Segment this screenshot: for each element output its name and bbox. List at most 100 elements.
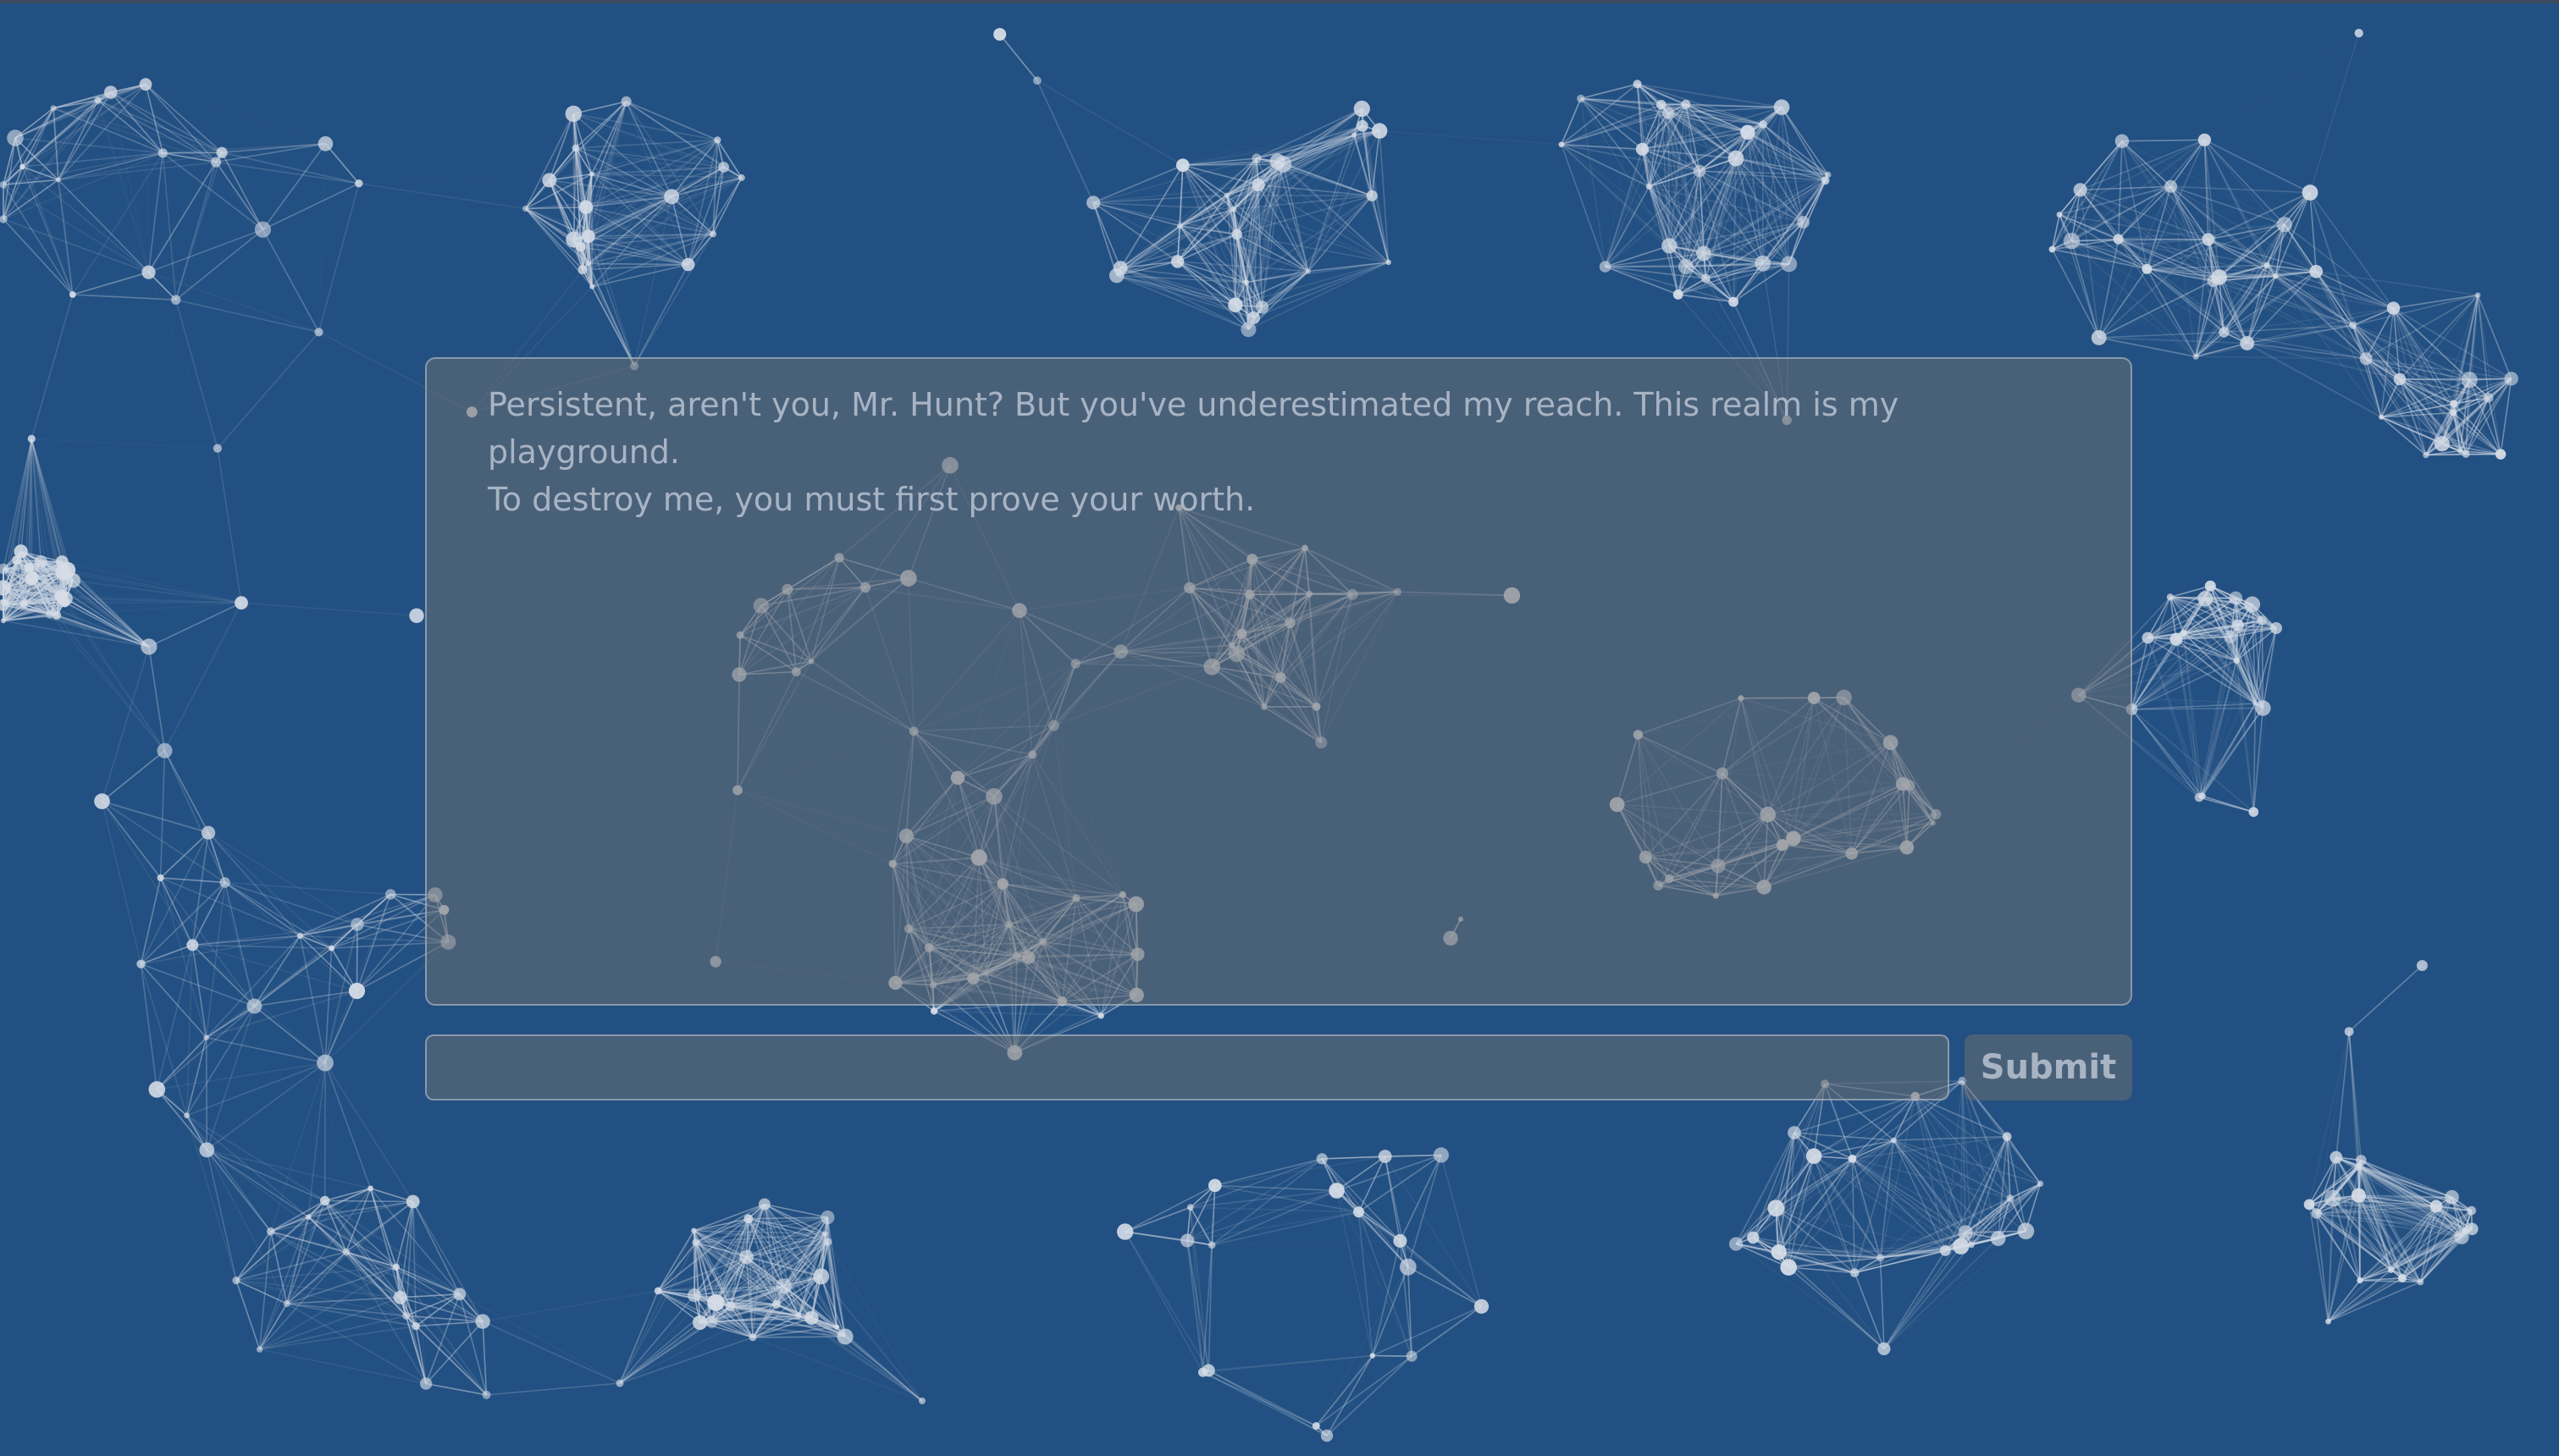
network-node (1406, 1350, 1418, 1362)
network-link (206, 1062, 326, 1151)
network-node (582, 229, 595, 243)
network-link (206, 990, 357, 1039)
network-node (692, 1238, 699, 1246)
network-node (1662, 107, 1675, 119)
network-node (1186, 1204, 1194, 1211)
network-node (2197, 133, 2211, 146)
network-node (254, 221, 271, 238)
network-node (385, 889, 396, 900)
submit-button[interactable]: Submit (1965, 1034, 2132, 1100)
network-node (2063, 233, 2081, 250)
network-node (813, 1268, 830, 1285)
network-node (2495, 449, 2506, 460)
network-link (72, 294, 176, 301)
network-link (140, 963, 158, 1090)
network-node (2233, 657, 2240, 665)
network-node (795, 1313, 802, 1319)
network-node (688, 1288, 701, 1303)
network-node (824, 1238, 832, 1246)
network-link (30, 294, 74, 439)
network-link (307, 1062, 326, 1217)
network-node (186, 939, 199, 951)
network-node (203, 1034, 209, 1040)
network-link (2204, 139, 2311, 194)
network-node (52, 610, 62, 620)
network-link (1124, 1231, 1204, 1373)
network-node (235, 596, 248, 610)
network-node (2359, 352, 2373, 366)
network-node (837, 1328, 854, 1345)
network-link (192, 944, 357, 992)
network-node (1633, 80, 1642, 89)
network-link (286, 1216, 310, 1304)
network-node (1357, 119, 1368, 132)
network-node (14, 544, 28, 559)
answer-input[interactable] (425, 1034, 1949, 1100)
network-node (1252, 153, 1262, 163)
network-node (54, 589, 69, 604)
network-node (1788, 1126, 1801, 1139)
network-link (426, 1383, 620, 1384)
network-link (626, 101, 718, 141)
network-node (710, 230, 716, 238)
network-link (175, 229, 263, 301)
network-node (55, 177, 61, 183)
network-link (110, 91, 223, 153)
network-link (1775, 1084, 1826, 1209)
network-link (1883, 1244, 1972, 1349)
network-link (206, 1150, 288, 1304)
network-node (2244, 596, 2261, 613)
network-node (714, 136, 721, 144)
network-link (217, 331, 320, 449)
network-node (2450, 400, 2458, 408)
network-link (1440, 1155, 1483, 1307)
network-node (1228, 297, 1243, 312)
network-link (236, 1202, 413, 1281)
network-node (2224, 631, 2237, 643)
network-link (2247, 342, 2367, 360)
network-node (1939, 1245, 1951, 1256)
network-node (2303, 1199, 2315, 1211)
network-node (1701, 273, 1711, 284)
network-node (749, 1333, 757, 1342)
network-node (2475, 292, 2481, 298)
network-link (206, 935, 301, 1039)
network-link (425, 1321, 484, 1385)
network-node (2273, 273, 2279, 279)
network-node (2309, 264, 2323, 279)
network-link (2328, 1281, 2421, 1322)
network-node (1558, 141, 1565, 147)
network-node (453, 1288, 467, 1301)
network-node (55, 564, 72, 581)
network-link (102, 800, 209, 834)
network-link (58, 152, 223, 181)
network-link (324, 1200, 413, 1203)
network-link (259, 1348, 427, 1385)
network-link (1092, 164, 1184, 204)
network-link (626, 101, 725, 168)
network-node (664, 189, 680, 205)
network-link (1125, 1184, 1216, 1233)
network-link (482, 1290, 659, 1322)
network-link (619, 1302, 717, 1384)
network-node (157, 742, 173, 758)
network-node (25, 571, 39, 586)
network-link (101, 750, 166, 802)
network-node (1696, 245, 1711, 262)
network-node (2324, 1189, 2341, 1207)
network-node (7, 130, 24, 146)
network-node (2434, 436, 2450, 452)
network-link (2308, 1204, 2330, 1322)
network-link (156, 945, 194, 1090)
network-node (2219, 327, 2230, 338)
network-node (2311, 1208, 2322, 1219)
network-node (1, 618, 6, 624)
network-node (1755, 255, 1771, 272)
network-node (283, 1299, 290, 1308)
network-node (69, 291, 76, 298)
network-link (206, 1036, 326, 1064)
network-node (1645, 183, 1652, 190)
network-link (2477, 295, 2512, 379)
network-node (2357, 1277, 2363, 1284)
network-link (253, 947, 333, 1007)
